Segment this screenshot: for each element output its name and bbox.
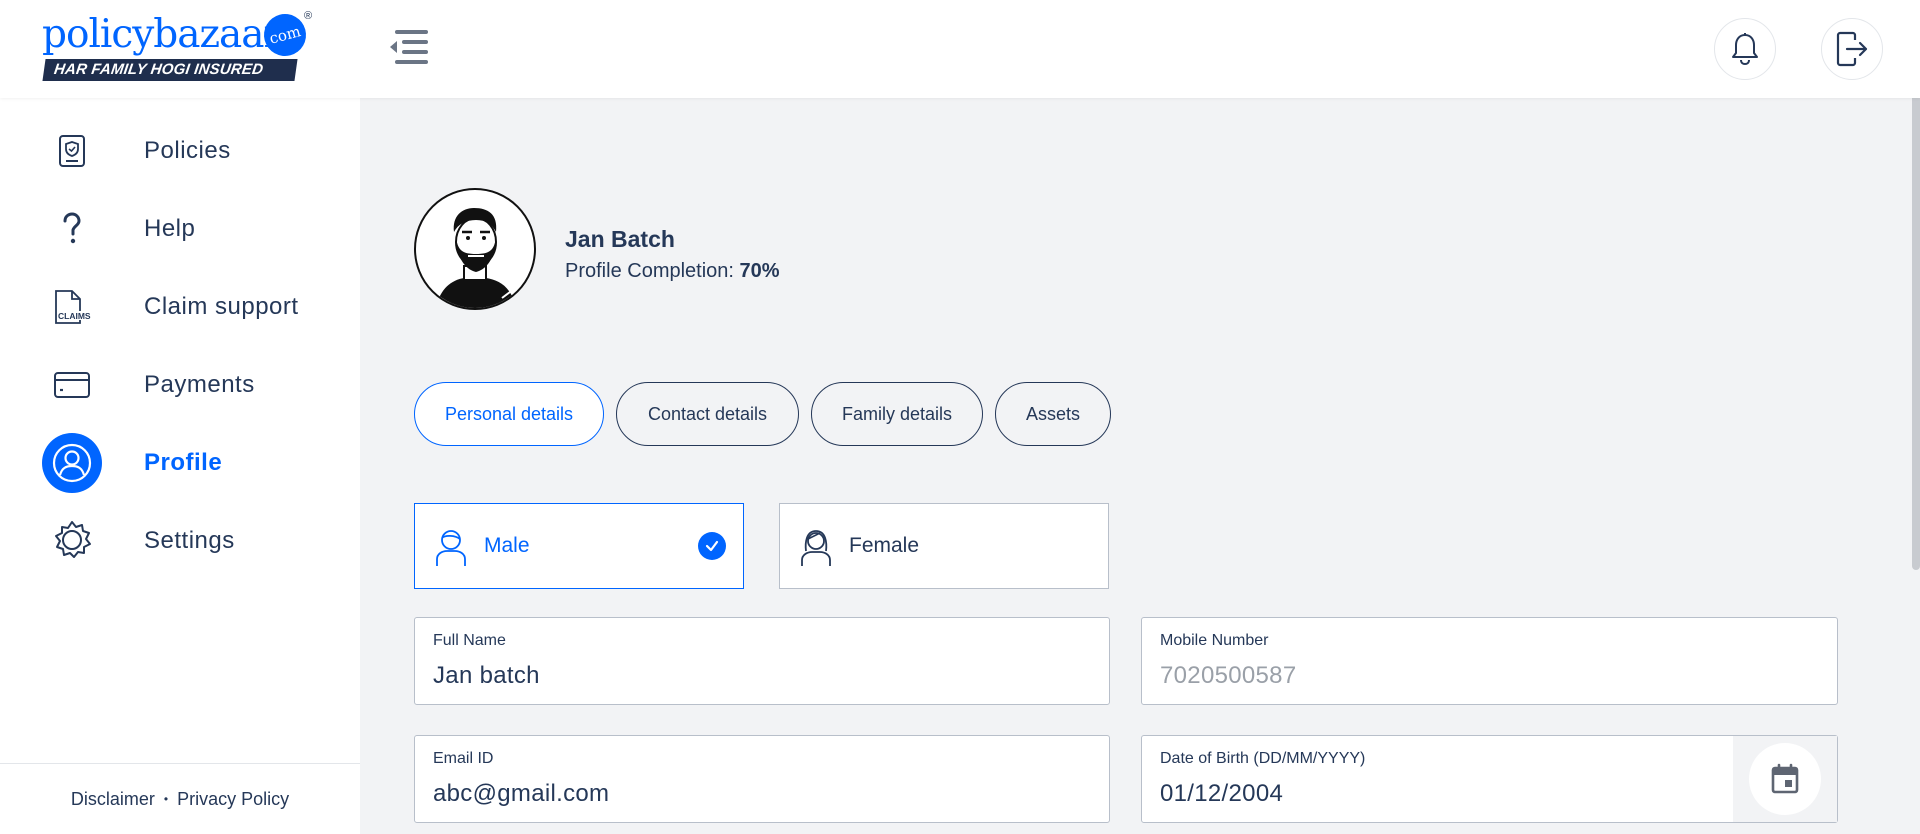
- sidebar-item-help[interactable]: Help: [0, 190, 360, 268]
- sidebar-item-label: Help: [144, 215, 196, 242]
- gender-option-male[interactable]: Male: [414, 503, 744, 589]
- claims-document-icon: CLAIMS: [55, 290, 91, 324]
- tab-family-details[interactable]: Family details: [811, 382, 983, 446]
- sidebar-item-settings[interactable]: Settings: [0, 502, 360, 580]
- notifications-button[interactable]: [1714, 18, 1776, 80]
- date-of-birth-input[interactable]: [1160, 780, 1700, 808]
- sidebar-item-payments[interactable]: Payments: [0, 346, 360, 424]
- credit-card-icon: [54, 372, 90, 398]
- bell-icon: [1732, 33, 1758, 66]
- date-of-birth-field: Date of Birth (DD/MM/YYYY): [1141, 735, 1838, 823]
- sidebar-item-label: Profile: [144, 449, 223, 476]
- sidebar-item-claim-support[interactable]: CLAIMS Claim support: [0, 268, 360, 346]
- tab-contact-details[interactable]: Contact details: [616, 382, 799, 446]
- svg-text:CLAIMS: CLAIMS: [58, 311, 91, 321]
- policy-document-icon: [59, 135, 85, 167]
- profile-completion-label: Profile Completion:: [565, 260, 734, 282]
- sidebar-item-label: Settings: [144, 527, 235, 554]
- profile-completion-value: 70%: [739, 260, 780, 282]
- selected-check-icon: [698, 532, 726, 560]
- policybazaar-logo[interactable]: policybazaar com ® HAR FAMILY HOGI INSUR…: [42, 9, 314, 84]
- nav-icon-wrapper: [42, 355, 102, 415]
- gender-label: Male: [484, 534, 530, 557]
- nav-icon-wrapper: [42, 433, 102, 493]
- sidebar-item-policies[interactable]: Policies: [0, 112, 360, 190]
- nav-icon-wrapper: [42, 121, 102, 181]
- bearded-man-avatar-icon: [436, 208, 516, 308]
- question-mark-icon: [63, 212, 81, 244]
- footer-separator: •: [163, 792, 169, 806]
- menu-collapse-icon: [390, 30, 428, 64]
- top-header: policybazaar com ® HAR FAMILY HOGI INSUR…: [0, 0, 1920, 98]
- tab-personal-details[interactable]: Personal details: [414, 382, 604, 446]
- sidebar-item-profile[interactable]: Profile: [0, 424, 360, 502]
- email-field: Email ID: [414, 735, 1110, 823]
- logo-registered-mark: ®: [304, 10, 313, 22]
- calendar-button-area: [1733, 736, 1837, 822]
- logout-icon: [1836, 31, 1868, 67]
- menu-collapse-button[interactable]: [386, 26, 432, 70]
- privacy-policy-link[interactable]: Privacy Policy: [177, 789, 289, 810]
- mobile-number-input[interactable]: [1160, 662, 1800, 690]
- logo-wordmark: policybazaar: [42, 12, 282, 57]
- nav-icon-wrapper: CLAIMS: [42, 277, 102, 337]
- full-name-field: Full Name: [414, 617, 1110, 705]
- logo-tagline: HAR FAMILY HOGI INSURED: [42, 59, 298, 81]
- tab-assets[interactable]: Assets: [995, 382, 1111, 446]
- gender-option-female[interactable]: Female: [779, 503, 1109, 589]
- gender-label: Female: [849, 534, 920, 557]
- calendar-icon: [1771, 763, 1799, 794]
- calendar-button[interactable]: [1749, 743, 1821, 815]
- profile-completion: Profile Completion: 70%: [565, 260, 780, 283]
- nav-icon-wrapper: [42, 199, 102, 259]
- male-user-icon: [436, 530, 466, 566]
- mobile-number-label: Mobile Number: [1160, 632, 1269, 649]
- logout-button[interactable]: [1821, 18, 1883, 80]
- email-input[interactable]: [433, 780, 1073, 808]
- profile-avatar[interactable]: [414, 188, 536, 310]
- disclaimer-link[interactable]: Disclaimer: [71, 789, 155, 810]
- sidebar-item-label: Payments: [144, 371, 255, 398]
- nav-icon-wrapper: [42, 511, 102, 571]
- user-icon: [52, 443, 92, 483]
- email-label: Email ID: [433, 750, 494, 767]
- sidebar-nav: Policies Help CLAIMS Claim support Payme…: [0, 98, 360, 834]
- female-user-icon: [801, 530, 831, 566]
- full-name-label: Full Name: [433, 632, 506, 649]
- sidebar-footer: Disclaimer • Privacy Policy: [0, 763, 360, 834]
- gear-icon: [55, 521, 91, 558]
- sidebar-item-label: Policies: [144, 137, 231, 164]
- sidebar-item-label: Claim support: [144, 293, 299, 320]
- mobile-number-field: Mobile Number: [1141, 617, 1838, 705]
- profile-name: Jan Batch: [565, 226, 675, 252]
- date-of-birth-label: Date of Birth (DD/MM/YYYY): [1160, 750, 1366, 767]
- full-name-input[interactable]: [433, 662, 1073, 690]
